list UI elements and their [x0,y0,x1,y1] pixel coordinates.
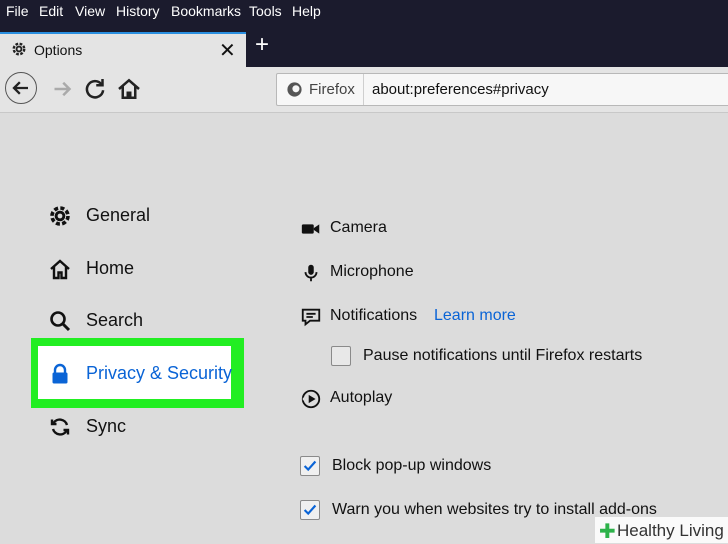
autoplay-icon [301,389,321,409]
category-label: Search [86,310,144,330]
pause-notifications-row[interactable]: Pause notifications until Firefox restar… [331,345,661,371]
close-tab-icon[interactable]: ✕ [219,38,236,63]
warn-addons-checkbox[interactable] [300,500,320,520]
forward-button[interactable] [47,74,77,104]
menu-view[interactable]: View [75,3,105,19]
pause-notifications-label: Pause notifications until Firefox restar… [363,347,643,364]
new-tab-button[interactable]: + [255,33,269,57]
category-label: Privacy & Security [86,363,233,383]
url-text[interactable]: about:preferences#privacy [372,81,549,98]
identity-label: Firefox [309,81,355,98]
url-bar[interactable]: Firefox about:preferences#privacy [276,73,728,106]
block-popups-row[interactable]: Block pop-up windows [300,455,510,481]
pause-notifications-checkbox[interactable] [331,346,351,366]
nav-bar: Firefox about:preferences#privacy [0,67,728,113]
plus-icon: ✚ [599,521,616,543]
watermark-text: Healthy Living [617,521,724,540]
menu-tools[interactable]: Tools [249,3,282,19]
block-popups-label: Block pop-up windows [332,457,492,474]
menu-history[interactable]: History [116,3,160,19]
notifications-icon [301,308,321,327]
microphone-icon [304,264,318,282]
menu-bar: File Edit View History Bookmarks Tools H… [0,0,728,23]
home-button[interactable] [114,74,144,104]
permission-label: Microphone [330,263,414,280]
permission-label: Autoplay [330,389,393,406]
learn-more-link[interactable]: Learn more [434,307,516,325]
permission-autoplay[interactable]: Autoplay [300,386,410,412]
category-label: Home [86,258,135,278]
firefox-icon [287,82,302,97]
identity-box[interactable]: Firefox [277,74,364,105]
tab-options[interactable]: Options ✕ [0,32,246,67]
search-icon [50,311,71,332]
menu-file[interactable]: File [6,3,29,19]
menu-bookmarks[interactable]: Bookmarks [171,3,241,19]
lock-icon [52,363,68,384]
home-icon [50,259,70,280]
reload-button[interactable] [80,74,110,104]
category-label: Sync [86,416,127,436]
back-button[interactable] [5,72,37,104]
camera-icon [301,224,320,234]
permission-label: Camera [330,219,387,236]
tab-strip: Options ✕ + [0,23,728,67]
gear-icon [12,42,26,56]
block-popups-checkbox[interactable] [300,456,320,476]
tab-title: Options [34,42,83,58]
category-label: General [86,205,151,225]
permission-notifications[interactable]: Notifications [300,304,428,330]
category-privacy-security[interactable]: Privacy & Security [48,360,238,390]
back-arrow-icon [11,80,28,95]
sync-icon [50,418,70,436]
permission-label: Notifications [330,307,418,324]
preferences-content: General Home Search Privacy & Security S… [0,113,728,543]
permission-camera[interactable]: Camera [300,216,420,242]
checkmark-icon [303,460,317,472]
gear-icon [50,206,70,226]
watermark: ✚ Healthy Living [595,517,728,543]
checkmark-icon [303,504,317,516]
menu-help[interactable]: Help [292,3,321,19]
menu-edit[interactable]: Edit [39,3,63,19]
permission-microphone[interactable]: Microphone [300,260,450,286]
